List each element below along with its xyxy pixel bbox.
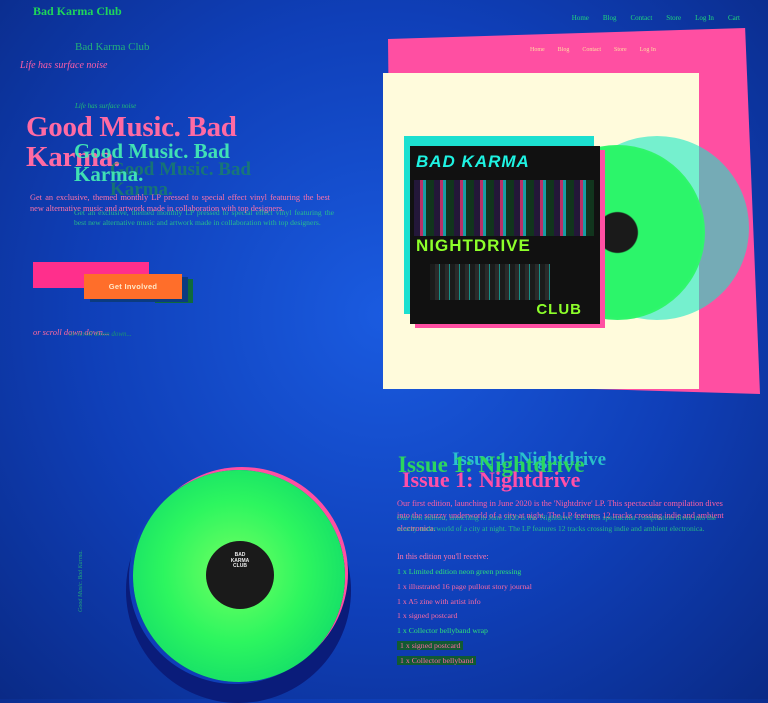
ghost-nav: Home Blog Contact Store Log In (530, 47, 669, 53)
nav-contact[interactable]: Contact (631, 14, 653, 22)
record-label-line: CLUB (233, 563, 247, 569)
nav-store[interactable]: Store (666, 14, 681, 22)
nav-blog[interactable]: Blog (603, 14, 617, 22)
album-sleeve: BAD KARMA NIGHTDRIVE CLUB (410, 146, 600, 324)
list-item: 1 x A5 zine with artist info (397, 596, 481, 606)
brand-logo-ghost: Bad Karma Club (75, 41, 150, 53)
nav-home[interactable]: Home (572, 14, 589, 22)
hero-tagline-ghost: Life has surface noise (75, 102, 137, 110)
list-item: 1 x Limited edition neon green pressing (397, 567, 522, 576)
list-item: 1 x signed postcard (397, 639, 532, 654)
issue-items-list: 1 x Limited edition neon green pressing … (397, 565, 532, 669)
issue-description-ghost: Our first edition, launching in June 202… (397, 513, 717, 534)
ghost-nav-item: Contact (582, 47, 602, 53)
sleeve-album-name: NIGHTDRIVE (416, 236, 531, 255)
list-item-highlight: 1 x signed postcard (397, 641, 464, 651)
sleeve-club: CLUB (536, 301, 582, 318)
ghost-nav-item: Home (530, 47, 545, 53)
list-item: 1 x Collector bellyband wrap (397, 626, 488, 636)
issue-receive-label: In this edition you'll receive: (397, 552, 489, 561)
nav-cart[interactable]: Cart (728, 14, 740, 22)
brand-logo[interactable]: Bad Karma Club (33, 4, 122, 19)
list-item-highlight: 1 x Collector bellyband (397, 655, 477, 665)
sleeve-glitch-art-lower (430, 264, 550, 300)
hero-headline-ghost: Good Music. Bad Karma. (74, 139, 230, 187)
record-center-label: BAD KARMA CLUB (206, 541, 274, 609)
get-involved-button[interactable]: Get Involved (84, 274, 182, 299)
sleeve-glitch-art (414, 180, 594, 236)
list-item: 1 x signed postcard (397, 611, 458, 621)
ghost-nav-item: Store (614, 47, 627, 53)
ghost-nav-item: Log In (639, 47, 656, 53)
nav-login[interactable]: Log In (695, 14, 714, 22)
scroll-hint-ghost: or scroll down down... (69, 330, 132, 338)
vertical-slogan-ghost: Good Music. Bad Karma. (78, 550, 84, 612)
hero-description-ghost: Get an exclusive, themed monthly LP pres… (74, 208, 334, 228)
main-nav: Home Blog Contact Store Log In Cart (558, 14, 740, 22)
list-item: 1 x Collector bellyband (397, 654, 532, 669)
sleeve-title: BAD KARMA (416, 152, 530, 171)
list-item: 1 x illustrated 16 page pullout story jo… (397, 581, 532, 591)
hero-tagline: Life has surface noise (20, 60, 108, 71)
issue-title: Issue 1: Nightdrive (402, 467, 581, 492)
ghost-nav-item: Blog (557, 47, 570, 53)
